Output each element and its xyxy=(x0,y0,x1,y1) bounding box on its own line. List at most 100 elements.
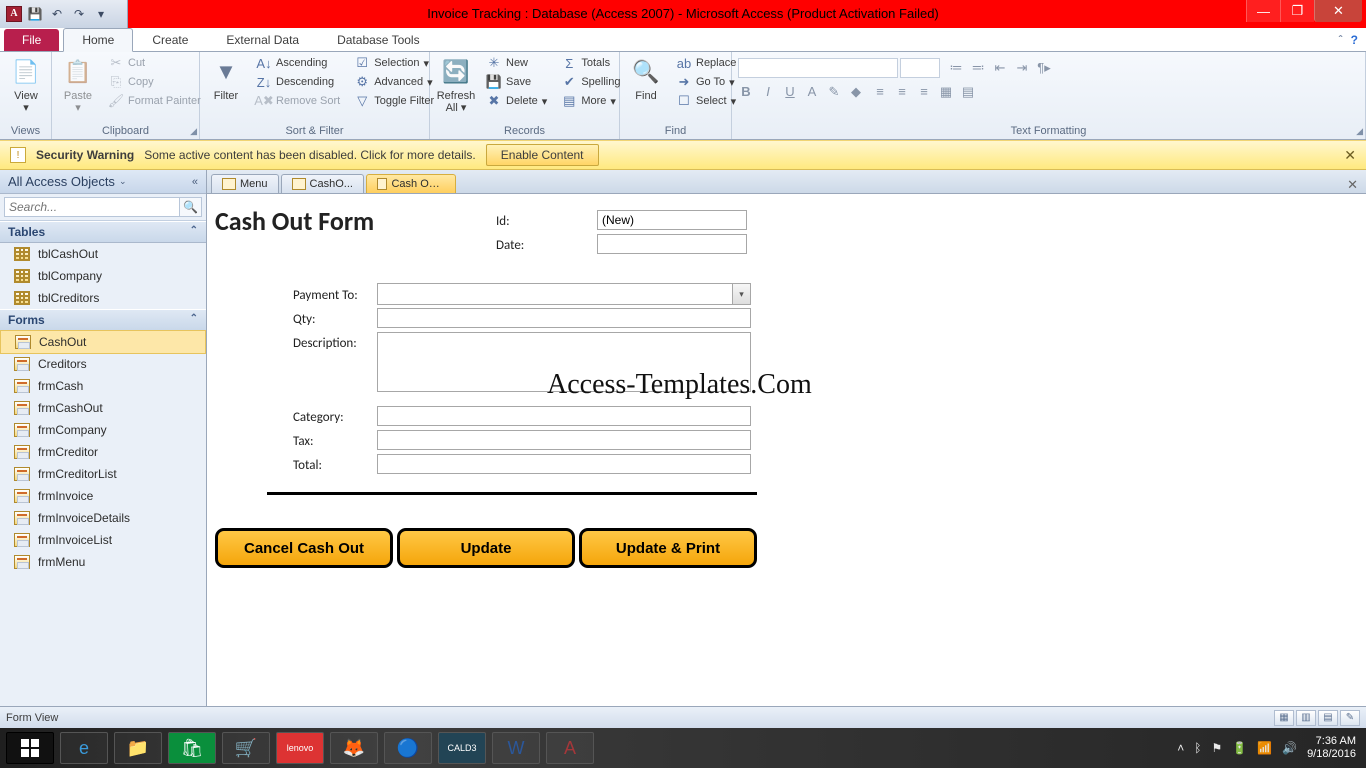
nav-form-item[interactable]: frmInvoice xyxy=(0,485,206,507)
gridlines-icon[interactable]: ▦ xyxy=(938,84,954,100)
indent-inc-icon[interactable]: ⇥ xyxy=(1014,60,1030,76)
number-list-icon[interactable]: ≕ xyxy=(970,60,986,76)
tray-up-icon[interactable]: ˄ xyxy=(1177,741,1184,755)
nav-table-item[interactable]: tblCreditors xyxy=(0,287,206,309)
replace-button[interactable]: abReplace xyxy=(672,54,740,72)
spelling-button[interactable]: ✔Spelling xyxy=(557,73,624,91)
qty-field[interactable] xyxy=(377,308,751,328)
totals-button[interactable]: ΣTotals xyxy=(557,54,624,72)
tray-bluetooth-icon[interactable]: ᛒ xyxy=(1194,741,1201,755)
highlight-icon[interactable]: ✎ xyxy=(826,84,842,100)
font-family-combo[interactable] xyxy=(738,58,898,78)
goto-button[interactable]: ➜Go To ▾ xyxy=(672,73,740,91)
text-dialog-launcher[interactable]: ◢ xyxy=(1356,126,1363,137)
bullet-list-icon[interactable]: ≔ xyxy=(948,60,964,76)
align-right-icon[interactable]: ≡ xyxy=(916,84,932,100)
cancel-cash-out-button[interactable]: Cancel Cash Out xyxy=(215,528,393,568)
nav-tables-section[interactable]: Tables⌃ xyxy=(0,221,206,243)
security-warning-message[interactable]: Some active content has been disabled. C… xyxy=(144,148,476,162)
taskbar-app-icon[interactable]: lenovo xyxy=(276,732,324,764)
ribbon-minimize-icon[interactable]: ˆ xyxy=(1339,33,1343,47)
nav-form-item[interactable]: CashOut xyxy=(0,330,206,354)
nav-form-item[interactable]: Creditors xyxy=(0,353,206,375)
qat-dropdown-icon[interactable]: ▾ xyxy=(92,5,110,23)
nav-table-item[interactable]: tblCashOut xyxy=(0,243,206,265)
taskbar-store-icon[interactable]: 🛍 xyxy=(168,732,216,764)
nav-form-item[interactable]: frmCompany xyxy=(0,419,206,441)
tray-volume-icon[interactable]: 🔊 xyxy=(1282,741,1297,755)
window-minimize-button[interactable]: ― xyxy=(1246,0,1280,22)
new-record-button[interactable]: ✳New xyxy=(482,54,551,72)
paste-button[interactable]: 📋 Paste▾ xyxy=(58,54,98,116)
tax-field[interactable] xyxy=(377,430,751,450)
nav-form-item[interactable]: frmInvoiceList xyxy=(0,529,206,551)
nav-collapse-icon[interactable]: « xyxy=(192,176,198,188)
start-button[interactable] xyxy=(6,732,54,764)
nav-form-item[interactable]: frmCreditorList xyxy=(0,463,206,485)
refresh-all-button[interactable]: 🔄 RefreshAll ▾ xyxy=(436,54,476,116)
database-tools-tab[interactable]: Database Tools xyxy=(318,28,439,51)
payment-to-combo[interactable]: ▾ xyxy=(377,283,751,305)
taskbar-word-icon[interactable]: W xyxy=(492,732,540,764)
taskbar-firefox-icon[interactable]: 🦊 xyxy=(330,732,378,764)
taskbar-chrome-icon[interactable]: 🔵 xyxy=(384,732,432,764)
window-close-button[interactable]: ✕ xyxy=(1314,0,1362,22)
security-close-button[interactable]: ✕ xyxy=(1344,147,1356,164)
nav-table-item[interactable]: tblCompany xyxy=(0,265,206,287)
ascending-button[interactable]: A↓Ascending xyxy=(252,54,344,72)
alt-row-icon[interactable]: ▤ xyxy=(960,84,976,100)
view-button[interactable]: 📄 View▾ xyxy=(6,54,46,116)
nav-form-item[interactable]: frmCreditor xyxy=(0,441,206,463)
nav-form-item[interactable]: frmInvoiceDetails xyxy=(0,507,206,529)
home-tab[interactable]: Home xyxy=(63,28,133,52)
close-document-button[interactable]: ✕ xyxy=(1347,177,1358,193)
tray-network-icon[interactable]: 📶 xyxy=(1257,741,1272,755)
font-size-combo[interactable] xyxy=(900,58,940,78)
layout-view-button[interactable]: ▤ xyxy=(1318,710,1338,726)
align-left-icon[interactable]: ≡ xyxy=(872,84,888,100)
align-center-icon[interactable]: ≡ xyxy=(894,84,910,100)
remove-sort-button[interactable]: A✖Remove Sort xyxy=(252,92,344,110)
underline-icon[interactable]: U xyxy=(782,84,798,100)
external-data-tab[interactable]: External Data xyxy=(207,28,318,51)
more-records-button[interactable]: ▤More ▾ xyxy=(557,92,624,110)
design-view-button[interactable]: ✎ xyxy=(1340,710,1360,726)
file-tab[interactable]: File xyxy=(4,29,59,51)
toggle-filter-button[interactable]: ▽Toggle Filter xyxy=(350,92,438,110)
nav-forms-section[interactable]: Forms⌃ xyxy=(0,309,206,331)
format-painter-button[interactable]: 🖌Format Painter xyxy=(104,92,205,110)
find-button[interactable]: 🔍 Find xyxy=(626,54,666,104)
indent-dec-icon[interactable]: ⇤ xyxy=(992,60,1008,76)
select-button[interactable]: ☐Select ▾ xyxy=(672,92,740,110)
update-print-button[interactable]: Update & Print xyxy=(579,528,757,568)
taskbar-access-icon[interactable]: A xyxy=(546,732,594,764)
nav-form-item[interactable]: frmMenu xyxy=(0,551,206,573)
filter-button[interactable]: ▼ Filter xyxy=(206,54,246,104)
selection-button[interactable]: ☑Selection ▾ xyxy=(350,54,438,72)
taskbar-app-icon[interactable]: CALD3 xyxy=(438,732,486,764)
taskbar-ie-icon[interactable]: e xyxy=(60,732,108,764)
font-color-icon[interactable]: A xyxy=(804,84,820,100)
dropdown-icon[interactable]: ▾ xyxy=(732,284,750,304)
form-view-button[interactable]: ▦ xyxy=(1274,710,1294,726)
copy-button[interactable]: ⎘Copy xyxy=(104,73,205,91)
id-field[interactable]: (New) xyxy=(597,210,747,230)
tray-flag-icon[interactable]: ⚑ xyxy=(1211,741,1222,755)
qat-save-icon[interactable]: 💾 xyxy=(26,5,44,23)
nav-form-item[interactable]: frmCashOut xyxy=(0,397,206,419)
nav-form-item[interactable]: frmCash xyxy=(0,375,206,397)
bold-icon[interactable]: B xyxy=(738,84,754,100)
clipboard-dialog-launcher[interactable]: ◢ xyxy=(190,126,197,137)
taskbar-app-icon[interactable]: 🛒 xyxy=(222,732,270,764)
nav-filter-dropdown-icon[interactable]: ⌄ xyxy=(119,176,127,187)
enable-content-button[interactable]: Enable Content xyxy=(486,144,599,166)
cut-button[interactable]: ✂Cut xyxy=(104,54,205,72)
descending-button[interactable]: Z↓Descending xyxy=(252,73,344,91)
taskbar-explorer-icon[interactable]: 📁 xyxy=(114,732,162,764)
category-field[interactable] xyxy=(377,406,751,426)
italic-icon[interactable]: I xyxy=(760,84,776,100)
delete-record-button[interactable]: ✖Delete ▾ xyxy=(482,92,551,110)
document-tab[interactable]: Menu xyxy=(211,174,279,193)
help-icon[interactable]: ? xyxy=(1351,33,1358,47)
create-tab[interactable]: Create xyxy=(133,28,207,51)
